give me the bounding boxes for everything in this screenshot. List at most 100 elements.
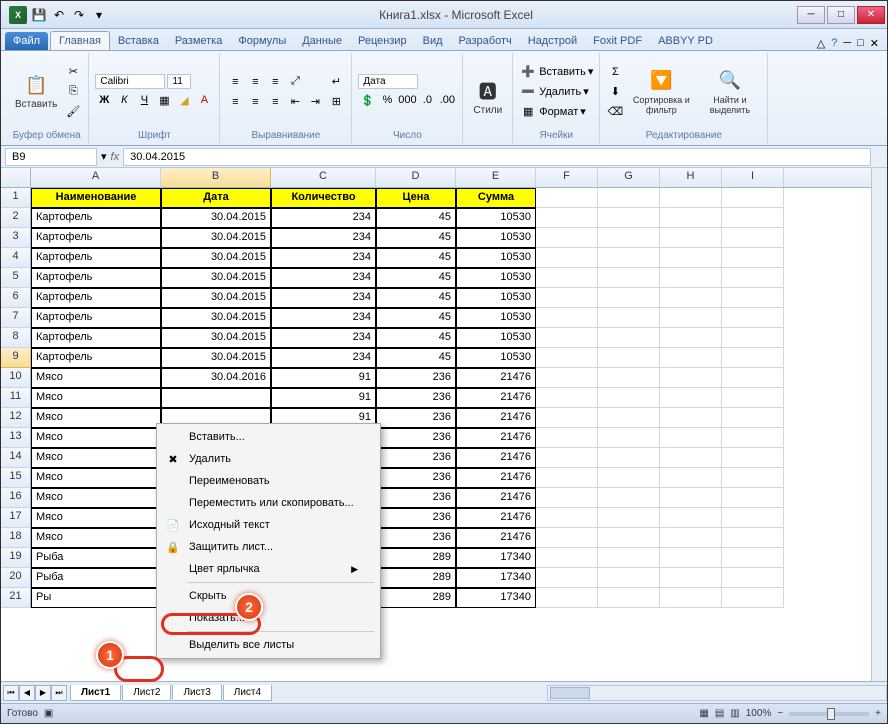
format-painter-icon[interactable]: 🖌: [64, 103, 82, 121]
cell[interactable]: Мясо: [31, 388, 161, 408]
cell[interactable]: 10530: [456, 328, 536, 348]
menu-protect[interactable]: 🔒Защитить лист...: [159, 536, 378, 558]
cell[interactable]: 289: [376, 548, 456, 568]
align-center-icon[interactable]: ≡: [246, 93, 264, 111]
empty-cell[interactable]: [722, 308, 784, 328]
empty-cell[interactable]: [598, 328, 660, 348]
cell[interactable]: Мясо: [31, 408, 161, 428]
empty-cell[interactable]: [598, 568, 660, 588]
italic-icon[interactable]: К: [115, 91, 133, 109]
minimize-button[interactable]: ─: [797, 6, 825, 24]
empty-cell[interactable]: [598, 228, 660, 248]
empty-cell[interactable]: [660, 208, 722, 228]
empty-cell[interactable]: [660, 408, 722, 428]
zoom-in-icon[interactable]: +: [875, 708, 881, 719]
sheet-tab-Лист2[interactable]: Лист2: [122, 685, 171, 701]
indent-inc-icon[interactable]: ⇥: [306, 93, 324, 111]
cell[interactable]: Рыба: [31, 568, 161, 588]
empty-cell[interactable]: [660, 268, 722, 288]
menu-select-all-sheets[interactable]: Выделить все листы: [159, 634, 378, 656]
tab-Главная[interactable]: Главная: [50, 31, 110, 50]
view-layout-icon[interactable]: ▤: [715, 708, 724, 719]
cell[interactable]: 236: [376, 488, 456, 508]
empty-cell[interactable]: [536, 528, 598, 548]
empty-cell[interactable]: [660, 308, 722, 328]
cell[interactable]: 21476: [456, 388, 536, 408]
empty-cell[interactable]: [598, 468, 660, 488]
cell[interactable]: 289: [376, 568, 456, 588]
comma-icon[interactable]: 000: [398, 91, 416, 109]
cell[interactable]: 17340: [456, 568, 536, 588]
qat-dropdown-icon[interactable]: ▾: [91, 7, 107, 23]
wrap-text-icon[interactable]: ↵: [327, 73, 345, 91]
row-header-12[interactable]: 12: [1, 408, 31, 428]
empty-cell[interactable]: [598, 548, 660, 568]
cell[interactable]: 45: [376, 228, 456, 248]
empty-cell[interactable]: [598, 308, 660, 328]
empty-cell[interactable]: [660, 548, 722, 568]
doc-close-icon[interactable]: ✕: [870, 37, 879, 50]
view-normal-icon[interactable]: ▦: [699, 708, 708, 719]
empty-cell[interactable]: [660, 328, 722, 348]
empty-cell[interactable]: [722, 408, 784, 428]
cell[interactable]: 45: [376, 328, 456, 348]
menu-move[interactable]: Переместить или скопировать...: [159, 492, 378, 514]
empty-cell[interactable]: [722, 208, 784, 228]
paste-button[interactable]: 📋 Вставить: [11, 71, 61, 112]
cell[interactable]: 45: [376, 308, 456, 328]
zoom-out-icon[interactable]: −: [777, 708, 783, 719]
tab-Рецензир[interactable]: Рецензир: [350, 32, 415, 50]
empty-cell[interactable]: [722, 488, 784, 508]
empty-cell[interactable]: [660, 568, 722, 588]
empty-cell[interactable]: [598, 248, 660, 268]
tab-Разработч[interactable]: Разработч: [451, 32, 520, 50]
empty-cell[interactable]: [536, 488, 598, 508]
tab-Формулы[interactable]: Формулы: [230, 32, 294, 50]
macro-record-icon[interactable]: ▣: [44, 708, 53, 719]
styles-button[interactable]: 🅰 Стили: [469, 77, 506, 118]
cell[interactable]: Мясо: [31, 368, 161, 388]
inc-decimal-icon[interactable]: .0: [418, 91, 436, 109]
help-icon[interactable]: ?: [831, 37, 837, 50]
cell[interactable]: 234: [271, 248, 376, 268]
empty-cell[interactable]: [598, 488, 660, 508]
empty-cell[interactable]: [660, 588, 722, 608]
cell[interactable]: Картофель: [31, 248, 161, 268]
cell[interactable]: 30.04.2015: [161, 328, 271, 348]
menu-hide[interactable]: Скрыть: [159, 585, 378, 607]
row-header-18[interactable]: 18: [1, 528, 31, 548]
cell[interactable]: 10530: [456, 248, 536, 268]
row-header-1[interactable]: 1: [1, 188, 31, 208]
row-header-15[interactable]: 15: [1, 468, 31, 488]
tab-file[interactable]: Файл: [5, 32, 48, 50]
empty-cell[interactable]: [722, 268, 784, 288]
cell[interactable]: 17340: [456, 588, 536, 608]
align-left-icon[interactable]: ≡: [226, 93, 244, 111]
empty-cell[interactable]: [660, 248, 722, 268]
find-select-button[interactable]: 🔍 Найти и выделить: [698, 67, 761, 117]
table-header[interactable]: Наименование: [31, 188, 161, 208]
sheet-nav-prev[interactable]: ◀: [19, 685, 35, 701]
sort-filter-button[interactable]: 🔽 Сортировка и фильтр: [627, 67, 695, 117]
empty-cell[interactable]: [598, 288, 660, 308]
row-header-20[interactable]: 20: [1, 568, 31, 588]
zoom-level[interactable]: 100%: [746, 708, 772, 719]
cell[interactable]: 236: [376, 528, 456, 548]
number-format-select[interactable]: Дата: [358, 74, 418, 89]
empty-cell[interactable]: [598, 428, 660, 448]
cell[interactable]: 236: [376, 408, 456, 428]
cell[interactable]: 45: [376, 288, 456, 308]
column-header-G[interactable]: G: [598, 168, 660, 187]
empty-cell[interactable]: [536, 408, 598, 428]
formula-bar[interactable]: 30.04.2015: [123, 148, 871, 166]
cell[interactable]: 21476: [456, 408, 536, 428]
tab-Foxit PDF[interactable]: Foxit PDF: [585, 32, 650, 50]
cell[interactable]: 236: [376, 468, 456, 488]
empty-cell[interactable]: [536, 588, 598, 608]
row-header-10[interactable]: 10: [1, 368, 31, 388]
row-header-11[interactable]: 11: [1, 388, 31, 408]
empty-cell[interactable]: [536, 548, 598, 568]
autosum-icon[interactable]: Σ: [606, 63, 624, 81]
close-button[interactable]: ✕: [857, 6, 885, 24]
indent-dec-icon[interactable]: ⇤: [286, 93, 304, 111]
